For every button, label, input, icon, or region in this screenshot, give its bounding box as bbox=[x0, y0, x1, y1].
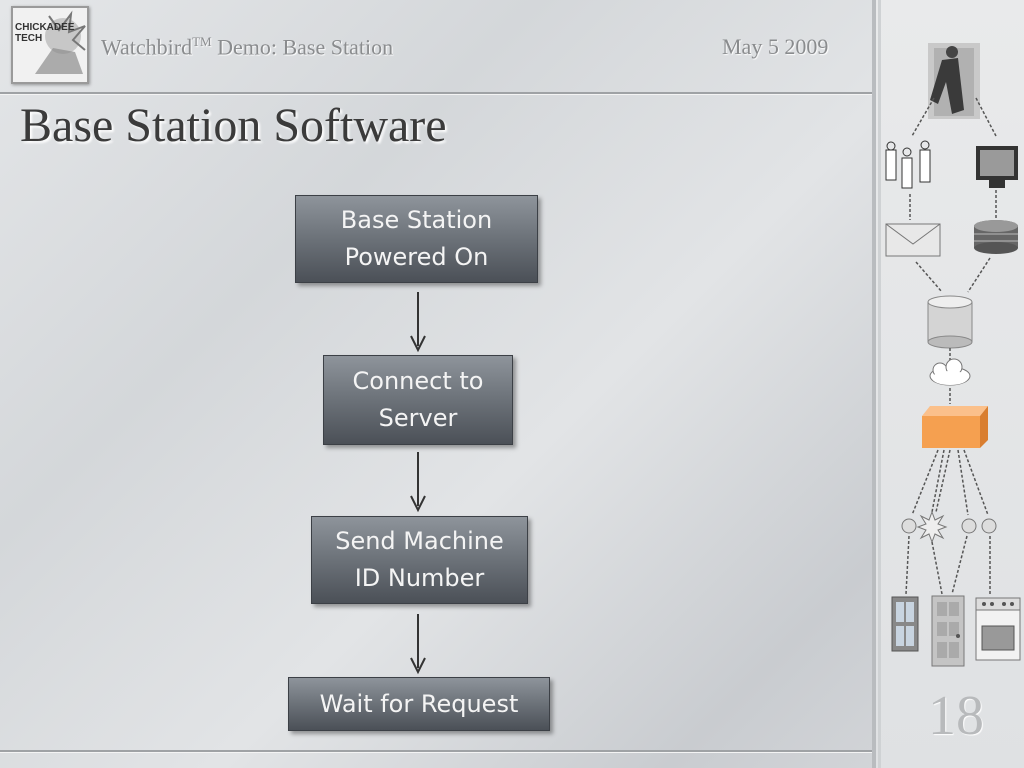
flow-step-connect: Connect to Server bbox=[323, 355, 513, 445]
company-logo: CHICKADEE TECH bbox=[11, 6, 89, 84]
tags-icon bbox=[885, 140, 931, 189]
network-diagram bbox=[872, 0, 1021, 768]
envelope-icon bbox=[885, 223, 941, 257]
flow-step-send-id: Send Machine ID Number bbox=[311, 516, 528, 604]
header-title: WatchbirdTM Demo: Base Station bbox=[101, 34, 393, 60]
flow-arrow bbox=[410, 452, 426, 513]
base-station-box-icon bbox=[922, 406, 988, 448]
disk-stack-icon bbox=[974, 220, 1018, 254]
stove-icon bbox=[975, 597, 1021, 661]
header-title-suffix: Demo: Base Station bbox=[211, 34, 394, 60]
flow-step-wait: Wait for Request bbox=[288, 677, 550, 731]
flow-step-powered-on: Base Station Powered On bbox=[295, 195, 538, 283]
burst-icon bbox=[916, 510, 948, 544]
sidebar-graphic: 18 bbox=[872, 0, 1024, 768]
trademark-mark: TM bbox=[192, 34, 212, 49]
sensor-pair-icon bbox=[961, 518, 997, 534]
header-divider bbox=[0, 92, 872, 95]
flow-step-text: Powered On bbox=[344, 243, 489, 271]
flow-step-text: Server bbox=[378, 404, 458, 432]
monitor-icon bbox=[976, 146, 1018, 188]
page-title: Base Station Software bbox=[20, 99, 447, 152]
cloud-icon bbox=[929, 358, 971, 386]
flow-step-text: Send Machine bbox=[335, 527, 504, 555]
header-date: May 5 2009 bbox=[722, 34, 829, 59]
person-photo bbox=[928, 43, 980, 119]
database-icon bbox=[927, 295, 973, 349]
header-title-name: Watchbird bbox=[101, 34, 193, 60]
logo-text: CHICKADEE TECH bbox=[15, 22, 74, 44]
flow-step-text: ID Number bbox=[354, 564, 485, 592]
bird-logo-icon bbox=[35, 10, 86, 74]
flow-arrow bbox=[410, 292, 426, 353]
door-icon bbox=[931, 595, 965, 667]
footer-divider bbox=[0, 750, 872, 753]
flow-step-text: Base Station bbox=[340, 206, 493, 234]
slide: CHICKADEE TECH WatchbirdTM Demo: Base St… bbox=[0, 0, 872, 768]
sensor-icon bbox=[901, 518, 917, 534]
logo-line-2: TECH bbox=[15, 33, 43, 44]
window-icon bbox=[891, 596, 919, 652]
flow-arrow bbox=[410, 614, 426, 675]
flow-step-text: Wait for Request bbox=[319, 689, 519, 718]
flow-step-text: Connect to bbox=[352, 367, 484, 395]
page-number: 18 bbox=[928, 685, 984, 747]
logo-line-1: CHICKADEE bbox=[15, 22, 75, 33]
